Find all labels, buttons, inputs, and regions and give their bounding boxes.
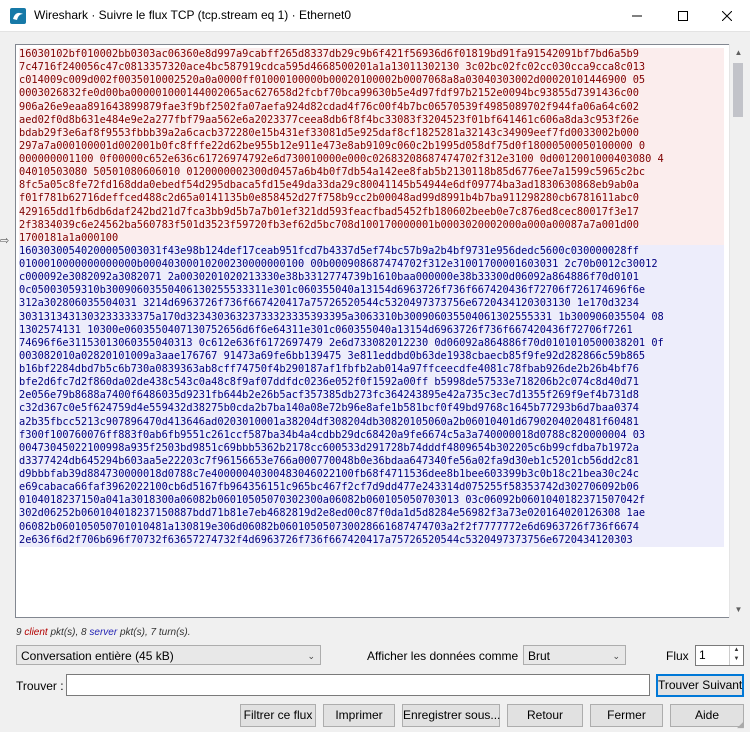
save-as-button[interactable]: Enregistrer sous...: [402, 704, 500, 727]
server-data-line: 0100010000000000000b00040300010200230000…: [19, 258, 724, 272]
server-data-line: d9bbbfab39d884730000018d0788c7e400000403…: [19, 468, 724, 482]
splitter-arrow-icon: ⇨: [0, 235, 10, 247]
spin-arrows-icon[interactable]: ▲ ▼: [729, 646, 743, 665]
maximize-button[interactable]: [660, 0, 706, 31]
server-data-line: f300f100760076ff883f0ab6fb9551c261ccf587…: [19, 428, 724, 442]
server-data-line: 302d06252b060104018237150887bdd71b81e7eb…: [19, 507, 724, 521]
find-next-button[interactable]: Trouver Suivant: [656, 674, 744, 697]
server-data-line: bfe2d6fc7d2f860da02de438c543c0a48c8f9af0…: [19, 376, 724, 390]
client-data-line: 1700181a1a000100: [19, 231, 724, 245]
client-data-line: 8fc5a05c8fe72fd168dda0ebedf54d295dbaca5f…: [19, 179, 724, 193]
find-input[interactable]: [66, 674, 650, 696]
scroll-thumb[interactable]: [733, 63, 743, 117]
client-data-line: 16030102bf010002bb0303ac06360e8d997a9cab…: [19, 48, 724, 62]
scroll-up-icon[interactable]: ▲: [730, 44, 747, 61]
server-data-line: 0104018237150a041a3018300a06082b06010505…: [19, 494, 724, 508]
close-icon: [722, 10, 732, 21]
wireshark-icon: [10, 8, 26, 24]
stream-content-view[interactable]: 16030102bf010002bb0303ac06360e8d997a9cab…: [15, 44, 730, 618]
maximize-icon: [678, 10, 688, 21]
scroll-down-icon[interactable]: ▼: [730, 601, 747, 618]
client-pkt-suffix: pkt(s),: [50, 627, 79, 638]
server-data-line: 003082010a02820101009a3aae176767 91473a6…: [19, 349, 724, 363]
chevron-down-icon: ⌄: [307, 651, 315, 661]
help-button[interactable]: Aide: [670, 704, 744, 727]
turns-count: 7 turn(s).: [150, 627, 191, 638]
server-count: 8: [81, 627, 87, 638]
client-data-line: 000000001100 0f00000c652e636c61726974792…: [19, 153, 724, 167]
server-data-line: d3377424db645294b603aa5e22203c7f96156653…: [19, 454, 724, 468]
server-data-line: 3031313431303233333375a170d3234303632373…: [19, 310, 724, 324]
stream-stats: 9 client pkt(s), 8 server pkt(s), 7 turn…: [16, 627, 191, 638]
client-data-line: aed02f0d8b631e484e9e2a277fbf79aa562e6a20…: [19, 113, 724, 127]
client-data-line: f01f781b62716deffced488c2d65a0141135b0e8…: [19, 192, 724, 206]
filter-stream-button[interactable]: Filtrer ce flux: [240, 704, 316, 727]
client-data-line: 297a7a000100001d002001b0fc8fffe22d62be95…: [19, 139, 724, 153]
server-data-line: 00473045022100998a935f2503bd9851c69bbb53…: [19, 441, 724, 455]
flux-label: Flux: [666, 649, 689, 663]
server-data-line: 1302574131 10300e0603550407130752656d6f6…: [19, 323, 724, 337]
stream-scrollbar[interactable]: ▲ ▼: [729, 44, 747, 618]
conversation-value: Conversation entière (45 kB): [21, 649, 174, 663]
server-word: server: [89, 627, 118, 638]
server-data-line: 312a302806035504031 3214d6963726f736f667…: [19, 297, 724, 311]
window-title: Wireshark · Suivre le flux TCP (tcp.stre…: [34, 8, 351, 22]
server-data-line: 16030300540200005003031f43e98b124def17ce…: [19, 244, 724, 258]
stream-text: 16030102bf010002bb0303ac06360e8d997a9cab…: [19, 48, 724, 547]
show-as-select[interactable]: Brut ⌄: [523, 645, 626, 665]
client-data-line: 0003026832fe0d00ba000001000144002065ac62…: [19, 87, 724, 101]
print-button[interactable]: Imprimer: [323, 704, 395, 727]
client-data-line: 7c4716f240056c47c0813357320ace4bc587919c…: [19, 61, 724, 75]
conversation-select[interactable]: Conversation entière (45 kB) ⌄: [16, 645, 321, 665]
server-data-line: 06082b060105050701010481a130819e306d0608…: [19, 520, 724, 534]
flux-value: 1: [699, 648, 706, 662]
server-data-line: c32d367c0e5f624759d4e559432d38275b0cda2b…: [19, 402, 724, 416]
resize-grip-icon[interactable]: ◢: [737, 719, 744, 730]
client-data-line: 04010503080 50501080606010 0120000002300…: [19, 166, 724, 180]
client-data-line: 2f3834039c6e24562ba560783f501d3523f59720…: [19, 218, 724, 232]
client-data-line: 906a26e9eaa891643899879fae3f9bf2502fa07a…: [19, 100, 724, 114]
chevron-down-icon: ⌄: [612, 651, 620, 661]
server-pkt-suffix: pkt(s),: [119, 627, 148, 638]
server-data-line: 2e056e79b8688a7400f6486035d9231fb644b2e2…: [19, 389, 724, 403]
title-bar: Wireshark · Suivre le flux TCP (tcp.stre…: [0, 0, 750, 32]
client-data-line: 429165dd1fb6db6daf242bd21d7fca3bb9d5b7a7…: [19, 205, 724, 219]
close-window-button[interactable]: [704, 0, 750, 31]
minimize-button[interactable]: [614, 0, 660, 31]
show-as-value: Brut: [528, 649, 551, 663]
minimize-icon: [632, 15, 642, 16]
server-data-line: e69cabaca66faf3962022100cb6d5167fb964356…: [19, 481, 724, 495]
client-data-line: c014009c009d002f0035010002520a0a0000ff01…: [19, 74, 724, 88]
show-as-label: Afficher les données comme: [367, 649, 519, 663]
client-data-line: bdab29f3e6af8f9553fbbb39a2a6cacb372280e1…: [19, 126, 724, 140]
server-data-line: 0c05003059310b30090603550406130255533311…: [19, 284, 724, 298]
client-word: client: [24, 627, 48, 638]
server-data-line: 74696f6e31153013060355040313 0c612e636f6…: [19, 336, 724, 350]
server-data-line: b16bf2284dbd7b5c6b730a0839363ab8cff74750…: [19, 363, 724, 377]
back-button[interactable]: Retour: [507, 704, 583, 727]
flux-spinbox[interactable]: 1 ▲ ▼: [695, 645, 744, 666]
find-label: Trouver :: [16, 679, 64, 693]
server-data-line: 2e636f6d2f706b696f70732f63657274732f4d69…: [19, 533, 724, 547]
client-count: 9: [16, 627, 22, 638]
server-data-line: a2b35fbcc5213c907896470d413646ad02030100…: [19, 415, 724, 429]
close-button[interactable]: Fermer: [590, 704, 663, 727]
server-data-line: c000092e3082092a3082071 2a00302010202133…: [19, 271, 724, 285]
